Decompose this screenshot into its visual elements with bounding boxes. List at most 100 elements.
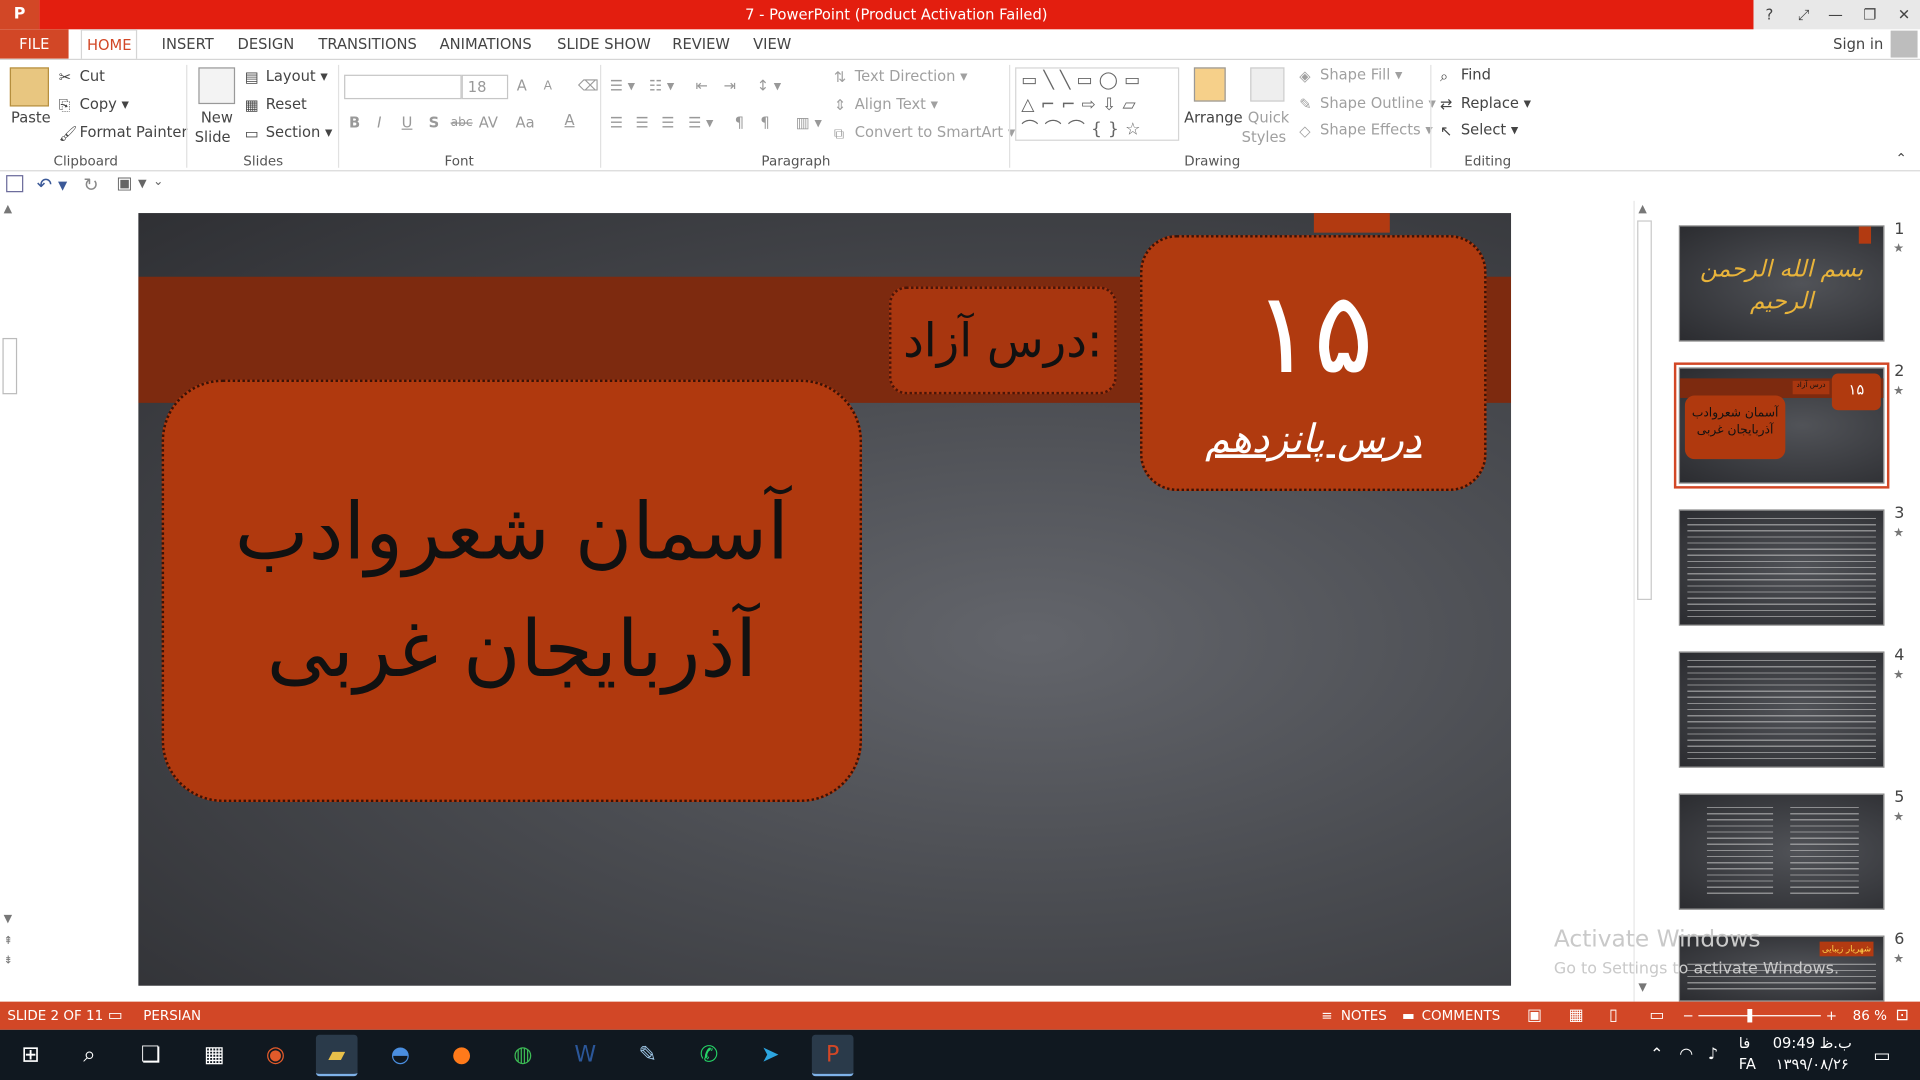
- arrange-button[interactable]: Arrange: [1184, 109, 1243, 126]
- select-button[interactable]: ↖ Select ▾: [1440, 121, 1518, 139]
- help-icon[interactable]: ?: [1753, 0, 1785, 29]
- word-icon[interactable]: W: [564, 1035, 606, 1077]
- fit-to-window-icon[interactable]: ⊡: [1896, 1002, 1909, 1030]
- font-color-button[interactable]: A: [564, 111, 574, 128]
- slide-thumbnail-3[interactable]: [1678, 509, 1885, 626]
- reading-view-icon[interactable]: ▯: [1609, 1002, 1618, 1030]
- shape-fill-button[interactable]: ◈ Shape Fill ▾: [1299, 66, 1402, 84]
- windows-start-icon[interactable]: ⊞: [10, 1035, 52, 1077]
- task-view-icon[interactable]: ❏: [130, 1035, 172, 1077]
- bold-button[interactable]: B: [349, 114, 360, 131]
- left-scrollbar[interactable]: ▲ ▼ ⇞ ⇟: [0, 201, 20, 985]
- cut-button[interactable]: ✂ Cut: [59, 67, 105, 85]
- tab-file[interactable]: FILE: [0, 29, 69, 59]
- firefox-icon[interactable]: ●: [441, 1035, 483, 1077]
- font-size-combo[interactable]: 18: [461, 74, 509, 100]
- character-spacing-button[interactable]: AV: [479, 114, 498, 131]
- scroll-down-icon[interactable]: ▼: [1638, 982, 1646, 994]
- zoom-in-icon[interactable]: +: [1826, 1002, 1837, 1030]
- slide-scrollbar[interactable]: ▲ ▼: [1633, 200, 1653, 1002]
- slide-thumbnail-5[interactable]: [1678, 793, 1885, 910]
- shrink-font-icon[interactable]: A: [544, 80, 552, 93]
- search-icon[interactable]: ⌕: [69, 1035, 111, 1077]
- close-button[interactable]: ✕: [1888, 0, 1920, 29]
- presentation-app-icon[interactable]: ◉: [255, 1035, 297, 1077]
- customize-qat-icon[interactable]: ⌄: [153, 175, 163, 188]
- collapse-ribbon-icon[interactable]: ⌃: [1896, 151, 1907, 167]
- browser-icon[interactable]: ◓: [380, 1035, 422, 1077]
- avatar[interactable]: [1890, 30, 1918, 58]
- copy-button[interactable]: ⎘ Copy ▾: [59, 96, 129, 114]
- numbering-icon[interactable]: ☷ ▾: [649, 77, 674, 94]
- telegram-icon[interactable]: ➤: [749, 1035, 791, 1077]
- save-icon[interactable]: [6, 175, 24, 193]
- italic-button[interactable]: I: [377, 114, 381, 131]
- tab-insert[interactable]: INSERT: [157, 29, 219, 58]
- slide-title-box[interactable]: آسمان شعروادب آذربایجان غربی: [161, 379, 863, 803]
- reset-button[interactable]: ▦ Reset: [245, 96, 307, 114]
- notes-button[interactable]: NOTES: [1341, 1002, 1387, 1030]
- replace-button[interactable]: ⇄ Replace ▾: [1440, 94, 1531, 112]
- strikethrough-button[interactable]: abc: [451, 116, 473, 129]
- tab-transitions[interactable]: TRANSITIONS: [313, 29, 421, 58]
- shadow-button[interactable]: S: [429, 114, 440, 131]
- shapes-gallery[interactable]: ▭╲╲▭◯▭ △⌐⌐⇨⇩▱ ⌒⌒⌒{}☆: [1015, 67, 1180, 141]
- bullets-icon[interactable]: ☰ ▾: [610, 77, 635, 94]
- arrange-icon[interactable]: [1193, 67, 1226, 102]
- align-left-icon[interactable]: ☰: [610, 114, 623, 131]
- text-direction-button[interactable]: ⇅ Text Direction ▾: [834, 67, 968, 85]
- quick-styles-icon[interactable]: [1250, 67, 1285, 102]
- new-slide-label-2[interactable]: Slide: [195, 129, 231, 146]
- align-text-button[interactable]: ⇕ Align Text ▾: [834, 96, 938, 114]
- notifications-icon[interactable]: ▭: [1861, 1035, 1903, 1077]
- paint-icon[interactable]: ✎: [627, 1035, 669, 1077]
- scroll-thumb[interactable]: [2, 337, 18, 395]
- minimize-button[interactable]: —: [1820, 0, 1852, 29]
- layout-button[interactable]: ▤ Layout ▾: [245, 67, 328, 85]
- powerpoint-taskbar-icon[interactable]: P: [811, 1034, 854, 1077]
- slideshow-view-icon[interactable]: ▭: [1649, 1002, 1664, 1030]
- redo-icon[interactable]: ↻: [83, 174, 98, 196]
- new-slide-icon[interactable]: [198, 67, 236, 105]
- zoom-slider-thumb[interactable]: [1747, 1008, 1753, 1023]
- normal-view-icon[interactable]: ▣: [1527, 1002, 1542, 1030]
- powerpoint-app-icon[interactable]: P: [0, 0, 40, 30]
- ribbon-display-options-icon[interactable]: ⤢: [1788, 0, 1820, 29]
- chrome-icon[interactable]: ◍: [502, 1035, 544, 1077]
- calculator-icon[interactable]: ▦: [193, 1035, 235, 1077]
- lesson-label-box[interactable]: درس آزاد:: [888, 286, 1117, 395]
- comments-button[interactable]: COMMENTS: [1422, 1002, 1501, 1030]
- input-language-indicator[interactable]: فا FA: [1739, 1033, 1756, 1075]
- volume-icon[interactable]: ♪: [1692, 1035, 1734, 1077]
- change-case-button[interactable]: Aa: [516, 114, 535, 131]
- restore-button[interactable]: ❐: [1854, 0, 1886, 29]
- section-button[interactable]: ▭ Section ▾: [245, 124, 332, 142]
- undo-icon[interactable]: ↶ ▾: [37, 174, 67, 196]
- grow-font-icon[interactable]: A: [517, 77, 527, 94]
- zoom-level[interactable]: 86 %: [1853, 1002, 1887, 1030]
- sign-in-link[interactable]: Sign in: [1833, 29, 1883, 58]
- spell-check-icon[interactable]: ▭: [108, 1002, 123, 1030]
- tab-animations[interactable]: ANIMATIONS: [435, 29, 537, 58]
- lesson-number-box[interactable]: ۱۵ درس پانزدهم: [1140, 235, 1487, 492]
- zoom-out-icon[interactable]: −: [1682, 1002, 1693, 1030]
- scroll-up-icon[interactable]: ▲: [4, 203, 12, 215]
- taskbar-clock[interactable]: 09:49 ب.ظ ۱۳۹۹/۰۸/۲۶: [1763, 1033, 1861, 1075]
- slide-sorter-icon[interactable]: ▦: [1569, 1002, 1584, 1030]
- shape-effects-button[interactable]: ◇ Shape Effects ▾: [1299, 121, 1433, 139]
- ltr-direction-icon[interactable]: ¶: [735, 114, 744, 131]
- previous-slide-icon[interactable]: ⇞: [4, 936, 13, 948]
- scroll-down-icon[interactable]: ▼: [4, 913, 12, 925]
- columns-icon[interactable]: ▥ ▾: [796, 114, 822, 131]
- justify-icon[interactable]: ☰ ▾: [688, 114, 713, 131]
- scroll-thumb[interactable]: [1637, 220, 1652, 601]
- zoom-slider[interactable]: [1698, 1015, 1821, 1017]
- font-name-combo[interactable]: [344, 74, 462, 100]
- new-slide-label-1[interactable]: New: [201, 109, 233, 126]
- paste-button[interactable]: Paste: [11, 109, 51, 126]
- paste-icon[interactable]: [9, 67, 49, 107]
- tab-slide-show[interactable]: SLIDE SHOW: [552, 29, 655, 58]
- format-painter-button[interactable]: 🖌 Format Painter: [59, 124, 188, 142]
- line-spacing-icon[interactable]: ↕ ▾: [757, 77, 781, 94]
- slide-thumbnail-2[interactable]: درس آزاد ۱۵ آسمان شعروادب آذربایجان غربی: [1673, 362, 1890, 489]
